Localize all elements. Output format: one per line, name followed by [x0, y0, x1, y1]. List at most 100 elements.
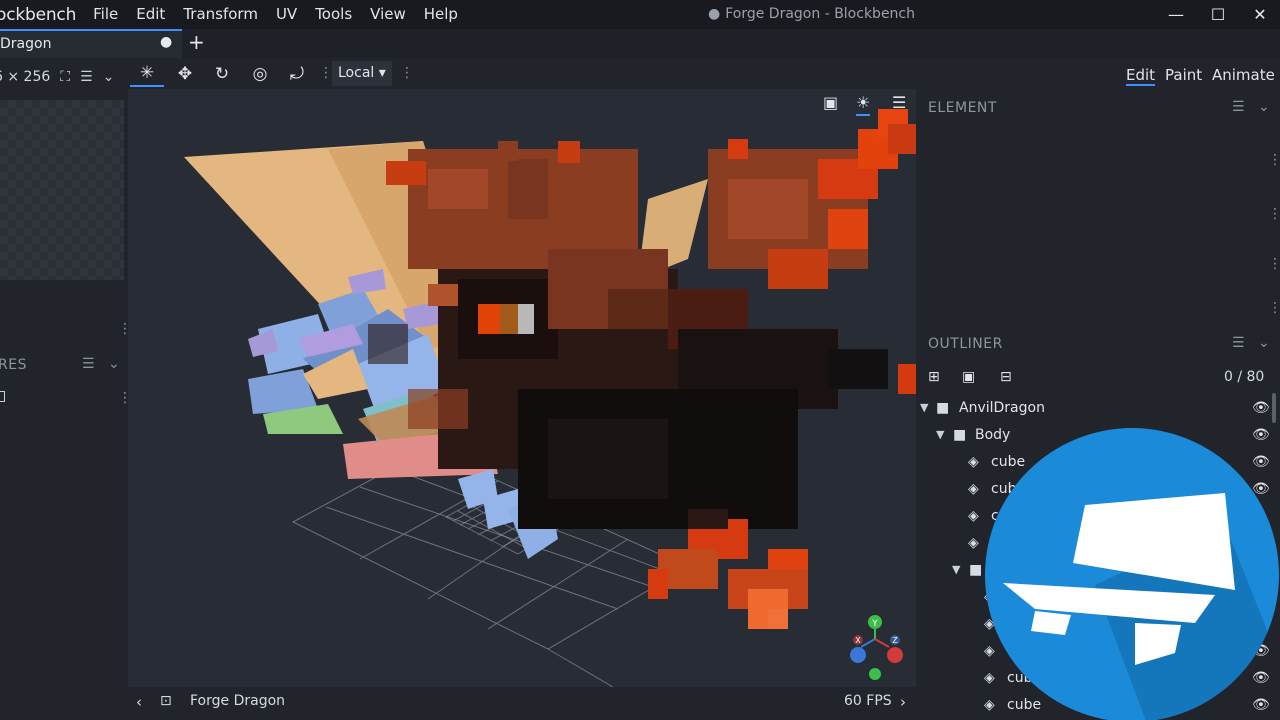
mode-paint[interactable]: Paint [1165, 66, 1202, 84]
element-more-icon-1[interactable]: ⋮ [1268, 153, 1280, 167]
outliner-menu-icon[interactable]: ☰ [1232, 335, 1245, 351]
chevron-left-icon[interactable]: ‹ [136, 693, 142, 711]
lighting-icon[interactable]: ☀ [856, 93, 871, 116]
dragon-pixel-body [368, 109, 916, 629]
unsaved-dot: ● [708, 6, 721, 22]
cube-icon: ◈ [968, 480, 979, 497]
blockbench-logo [985, 428, 1279, 720]
rotate-icon: ↻ [214, 64, 230, 84]
element-panel-title: ELEMENT [928, 100, 997, 116]
axis-z-label: Z [892, 636, 898, 645]
fullscreen-icon[interactable]: ⛶ [60, 69, 70, 85]
menu-transform[interactable]: Transform [174, 0, 267, 29]
mode-selector: Edit Paint Animate [916, 58, 1280, 89]
project-tab-label: Dragon [0, 36, 52, 52]
cube-icon: ◈ [968, 534, 979, 551]
toolbar-more-icon[interactable]: ⋮ [319, 66, 333, 80]
textures-collapse-icon[interactable]: ⌄ [108, 356, 120, 372]
maximize-button[interactable]: ☐ [1198, 0, 1238, 29]
menu-uv[interactable]: UV [267, 0, 306, 29]
transform-space-select[interactable]: Local ▾ [332, 61, 392, 86]
menu-tools[interactable]: Tools [306, 0, 361, 29]
window-title-text: Forge Dragon - Blockbench [725, 6, 915, 22]
outliner-panel-title: OUTLINER [928, 336, 1003, 352]
element-more-icon-4[interactable]: ⋮ [1268, 301, 1280, 315]
3d-viewport[interactable]: Y Z X ▣ ☀ ☰ [128, 89, 916, 687]
element-count: 0 / 80 [1224, 369, 1265, 385]
outliner-row-anvildragon[interactable]: ▼ ■ AnvilDragon 👁 [916, 394, 1280, 421]
element-collapse-icon[interactable]: ⌄ [1258, 99, 1270, 115]
axis-x-label: X [855, 636, 861, 645]
mode-animate[interactable]: Animate [1212, 66, 1275, 84]
folder-icon: ■ [969, 561, 983, 578]
mode-edit[interactable]: Edit [1126, 66, 1156, 86]
outliner-options-icon[interactable]: ⊟ [1000, 369, 1012, 385]
expand-arrow-icon[interactable]: ▼ [936, 428, 944, 441]
screenshot-icon[interactable]: ▣ [823, 93, 838, 112]
vertex-snap-icon: ✳ [139, 63, 155, 83]
uv-toolbar: 6 × 256 ⛶ ☰ ⌄ [0, 58, 128, 96]
add-cube-icon[interactable]: ⊞ [928, 369, 940, 385]
menu-bar: ockbench File Edit Transform UV Tools Vi… [0, 0, 1280, 29]
dropdown-arrow-icon: ▾ [378, 65, 386, 81]
app-brand: ockbench [0, 4, 77, 25]
fps-counter: 60 FPS [844, 693, 892, 709]
window-title: ● Forge Dragon - Blockbench [708, 0, 915, 29]
element-more-icon-3[interactable]: ⋮ [1268, 257, 1280, 271]
toolbar-more-icon-2[interactable]: ⋮ [400, 66, 414, 80]
resize-icon: ⤾ [289, 64, 305, 84]
model-name: Forge Dragon [190, 693, 286, 709]
uv-editor-canvas[interactable] [0, 100, 124, 280]
new-tab-button[interactable]: + [188, 30, 205, 54]
add-group-icon[interactable]: ▣ [962, 369, 975, 385]
axis-y-label: Y [871, 619, 878, 629]
pivot-tool[interactable]: ◎ [243, 61, 277, 87]
close-button[interactable]: ✕ [1240, 0, 1280, 29]
move-tool[interactable]: ✥ [168, 61, 202, 87]
menu-edit[interactable]: Edit [127, 0, 174, 29]
menu-help[interactable]: Help [415, 0, 467, 29]
element-more-icon-2[interactable]: ⋮ [1268, 207, 1280, 221]
textures-panel-title: RES [0, 357, 27, 373]
model-format-icon: ⊡ [160, 693, 172, 709]
project-tab-bar: Dragon ● + [0, 29, 1280, 58]
folder-icon: ■ [953, 426, 967, 443]
menu-view[interactable]: View [361, 0, 415, 29]
maximize-icon: ☐ [1210, 5, 1226, 24]
minimize-icon: — [1168, 5, 1184, 24]
texture-list-item[interactable] [0, 391, 5, 402]
tab-modified-dot[interactable]: ● [160, 34, 172, 50]
blockbench-window: ockbench File Edit Transform UV Tools Vi… [0, 0, 1280, 720]
move-icon: ✥ [177, 64, 193, 84]
left-sidebar: 6 × 256 ⛶ ☰ ⌄ ⋮ RES ☰ ⌄ ⋮ [0, 58, 132, 720]
folder-icon: ■ [936, 399, 950, 416]
close-icon: ✕ [1253, 5, 1267, 24]
expand-arrow-icon[interactable]: ▼ [952, 563, 960, 576]
vertex-snap-tool[interactable]: ✳ [130, 61, 164, 87]
cube-icon: ◈ [968, 507, 979, 524]
texture-resolution: 6 × 256 [0, 69, 51, 85]
main-toolbar: ✳ ✥ ↻ ◎ ⤾ ⋮ Local ▾ ⋮ [128, 58, 916, 89]
transform-space-value: Local [338, 65, 375, 81]
chevron-down-icon[interactable]: ⌄ [103, 69, 115, 85]
status-bar: ‹ ⊡ Forge Dragon 60 FPS › [128, 687, 916, 720]
pivot-icon: ◎ [252, 64, 268, 84]
minimize-button[interactable]: — [1156, 0, 1196, 29]
resize-tool[interactable]: ⤾ [280, 61, 314, 87]
outliner-collapse-icon[interactable]: ⌄ [1258, 335, 1270, 351]
model-render: Y Z X [184, 109, 916, 687]
uv-panel-more-icon[interactable]: ⋮ [118, 322, 132, 336]
viewport-menu-icon[interactable]: ☰ [892, 93, 906, 112]
visibility-eye-icon[interactable]: 👁 [1252, 400, 1270, 416]
menu-lines-icon[interactable]: ☰ [80, 69, 93, 85]
expand-arrow-icon[interactable]: ▼ [920, 401, 928, 414]
menu-file[interactable]: File [84, 0, 127, 29]
rotate-tool[interactable]: ↻ [205, 61, 239, 87]
outliner-label: AnvilDragon [959, 399, 1045, 416]
project-tab[interactable]: Dragon ● [0, 29, 182, 58]
texture-more-icon[interactable]: ⋮ [118, 391, 132, 405]
chevron-right-icon[interactable]: › [900, 693, 906, 711]
element-menu-icon[interactable]: ☰ [1232, 99, 1245, 115]
cube-icon: ◈ [968, 453, 979, 470]
textures-menu-icon[interactable]: ☰ [82, 356, 95, 372]
